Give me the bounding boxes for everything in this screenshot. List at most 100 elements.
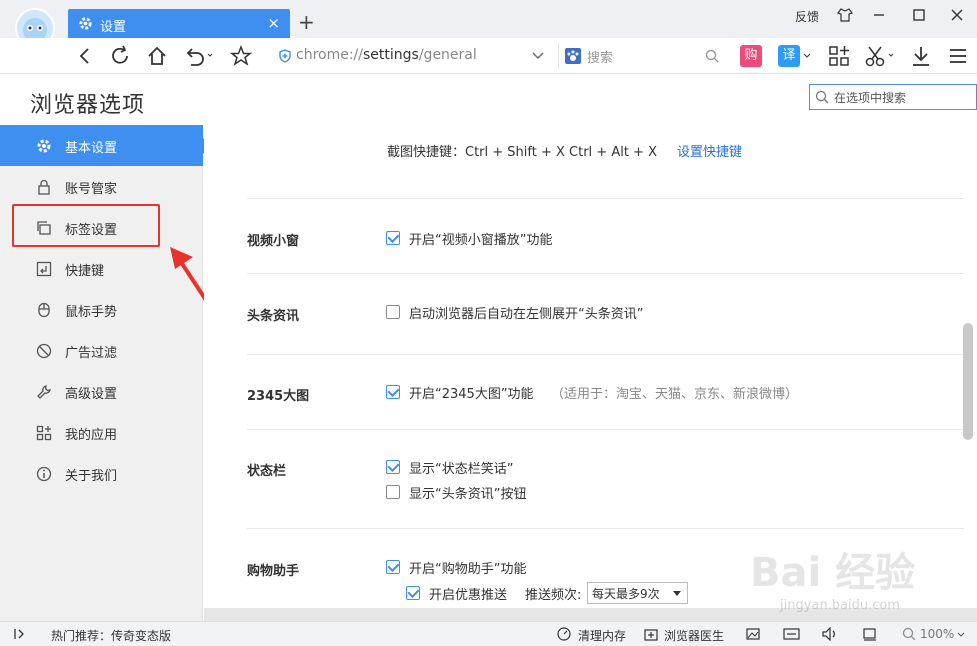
- fullscreen-icon[interactable]: [862, 627, 878, 641]
- title-bar: 设置 × + 反馈: [0, 0, 977, 38]
- shield-icon: [279, 49, 291, 63]
- apps-grid-icon[interactable]: [827, 44, 851, 68]
- sidebar-item-account[interactable]: 账号管家: [0, 166, 203, 207]
- gear-icon: [79, 17, 92, 30]
- sidebar-item-label: 广告过滤: [65, 346, 118, 361]
- sidebar-item-label: 鼠标手势: [65, 305, 118, 320]
- navigation-bar: chrome://settings/general 搜索 购 译: [0, 38, 977, 74]
- tab-close-icon[interactable]: ×: [267, 14, 280, 32]
- option-text: 显示“头条资讯”按钮: [409, 487, 527, 502]
- section-label: 购物助手: [247, 564, 300, 579]
- sidebar-item-label: 我的应用: [65, 428, 118, 443]
- info-icon: [36, 466, 52, 482]
- search-icon[interactable]: [705, 49, 719, 63]
- highlight-box: [12, 204, 160, 247]
- back-icon[interactable]: [73, 44, 97, 68]
- checkbox-headline-news[interactable]: [386, 305, 400, 319]
- settings-header: 浏览器选项 在选项中搜索: [0, 75, 977, 125]
- block-icon: [36, 343, 52, 359]
- option-text: 开启优惠推送: [429, 588, 508, 603]
- section-label: 视频小窗: [247, 234, 300, 249]
- close-window-icon[interactable]: [948, 6, 966, 24]
- checkbox-shopping-assistant[interactable]: [386, 560, 400, 574]
- zoom-dropdown-icon[interactable]: [957, 632, 965, 637]
- volume-icon[interactable]: [822, 627, 838, 641]
- sidebar: 基本设置 账号管家 标签设置 快捷键 鼠标手势 广告过滤 高级设置 我的应用 关…: [0, 125, 211, 621]
- chevron-down-icon[interactable]: [532, 51, 544, 61]
- search-box[interactable]: 搜索: [558, 43, 726, 69]
- menu-icon[interactable]: [946, 44, 970, 68]
- section-statusbar: [247, 431, 964, 529]
- dropdown-arrow-icon: [673, 591, 681, 596]
- option-note: （适用于：淘宝、天猫、京东、新浪微博）: [551, 387, 799, 402]
- sidebar-item-about[interactable]: 关于我们: [0, 453, 203, 494]
- option-text: 开启“2345大图”功能: [409, 387, 534, 402]
- sidebar-item-label: 快捷键: [65, 264, 105, 279]
- push-frequency-select[interactable]: 每天最多9次: [587, 582, 688, 604]
- sidebar-item-label: 高级设置: [65, 387, 118, 402]
- sidebar-toggle-icon[interactable]: [14, 628, 28, 640]
- option-text: 启动浏览器后自动在左侧展开“头条资讯”: [409, 307, 644, 322]
- hot-recommendation[interactable]: 热门推荐：传奇变态版: [51, 627, 171, 644]
- apps-icon: [36, 425, 52, 441]
- shortcut-icon: [36, 261, 52, 277]
- vertical-scrollbar-thumb[interactable]: [963, 323, 973, 440]
- wrench-icon: [37, 385, 51, 399]
- checkbox-2345-big-image[interactable]: [386, 385, 400, 399]
- url-text: chrome://settings/general: [296, 47, 477, 63]
- push-frequency-value: 每天最多9次: [592, 587, 660, 601]
- checkbox-video-window[interactable]: [386, 231, 400, 245]
- scissors-icon[interactable]: [864, 44, 894, 68]
- new-tab-button[interactable]: +: [298, 12, 315, 32]
- tab-settings[interactable]: 设置 ×: [68, 9, 290, 38]
- zoom-level[interactable]: 100%: [920, 627, 954, 641]
- set-shortcut-link[interactable]: 设置快捷键: [677, 141, 742, 160]
- speed-mode-icon[interactable]: [783, 627, 801, 641]
- section-label: 状态栏: [247, 464, 287, 479]
- sidebar-item-label: 关于我们: [65, 469, 118, 484]
- gear-icon: [37, 139, 51, 153]
- checkbox-statusbar-jokes[interactable]: [386, 460, 400, 474]
- download-icon[interactable]: [909, 44, 933, 68]
- section-video-window: [247, 200, 964, 274]
- browser-doctor-button[interactable]: 浏览器医生: [664, 627, 724, 644]
- option-text: 开启“购物助手”功能: [409, 562, 527, 577]
- lock-icon: [38, 179, 50, 195]
- checkbox-headline-button[interactable]: [386, 485, 400, 499]
- shopping-extension-icon[interactable]: 购: [740, 45, 762, 67]
- home-icon[interactable]: [145, 44, 169, 68]
- image-icon[interactable]: [746, 627, 760, 641]
- mouse-icon: [38, 302, 50, 318]
- search-icon: [815, 90, 829, 104]
- option-text: 显示“状态栏笑话”: [409, 462, 514, 477]
- status-bar: 热门推荐：传奇变态版 清理内存 浏览器医生 100%: [0, 621, 977, 646]
- undo-close-icon[interactable]: [183, 44, 213, 68]
- push-frequency-label: 推送频次:: [525, 588, 582, 603]
- options-search-placeholder: 在选项中搜索: [834, 91, 907, 105]
- clean-memory-button[interactable]: 清理内存: [578, 627, 626, 644]
- clean-memory-icon: [557, 627, 571, 641]
- screenshot-row: 截图快捷键：Ctrl + Shift + X Ctrl + Alt + X 设置…: [247, 125, 964, 199]
- screenshot-shortcut-text: 截图快捷键：Ctrl + Shift + X Ctrl + Alt + X: [387, 145, 657, 160]
- favorite-star-icon[interactable]: [229, 44, 253, 68]
- option-text: 开启“视频小窗播放”功能: [409, 233, 553, 248]
- skin-icon[interactable]: [836, 6, 854, 24]
- maximize-icon[interactable]: [910, 6, 928, 24]
- refresh-icon[interactable]: [108, 44, 132, 68]
- options-search-input[interactable]: 在选项中搜索: [809, 84, 977, 110]
- search-placeholder: 搜索: [587, 51, 614, 66]
- sidebar-item-label: 账号管家: [65, 182, 118, 197]
- address-bar[interactable]: chrome://settings/general: [270, 43, 552, 69]
- translate-extension-icon[interactable]: 译: [778, 45, 800, 67]
- sidebar-item-advanced[interactable]: 高级设置: [0, 371, 203, 412]
- feedback-link[interactable]: 反馈: [795, 8, 819, 25]
- section-label: 2345大图: [247, 389, 310, 404]
- sidebar-item-basic[interactable]: 基本设置: [0, 125, 211, 166]
- checkbox-discount-push[interactable]: [406, 586, 420, 600]
- tab-title: 设置: [100, 20, 127, 35]
- translate-dropdown-icon[interactable]: [803, 53, 811, 59]
- minimize-icon[interactable]: [870, 6, 888, 24]
- paw-search-icon: [565, 48, 581, 64]
- watermark-url: jingyan.baidu.com: [780, 598, 900, 613]
- sidebar-item-my-apps[interactable]: 我的应用: [0, 412, 203, 453]
